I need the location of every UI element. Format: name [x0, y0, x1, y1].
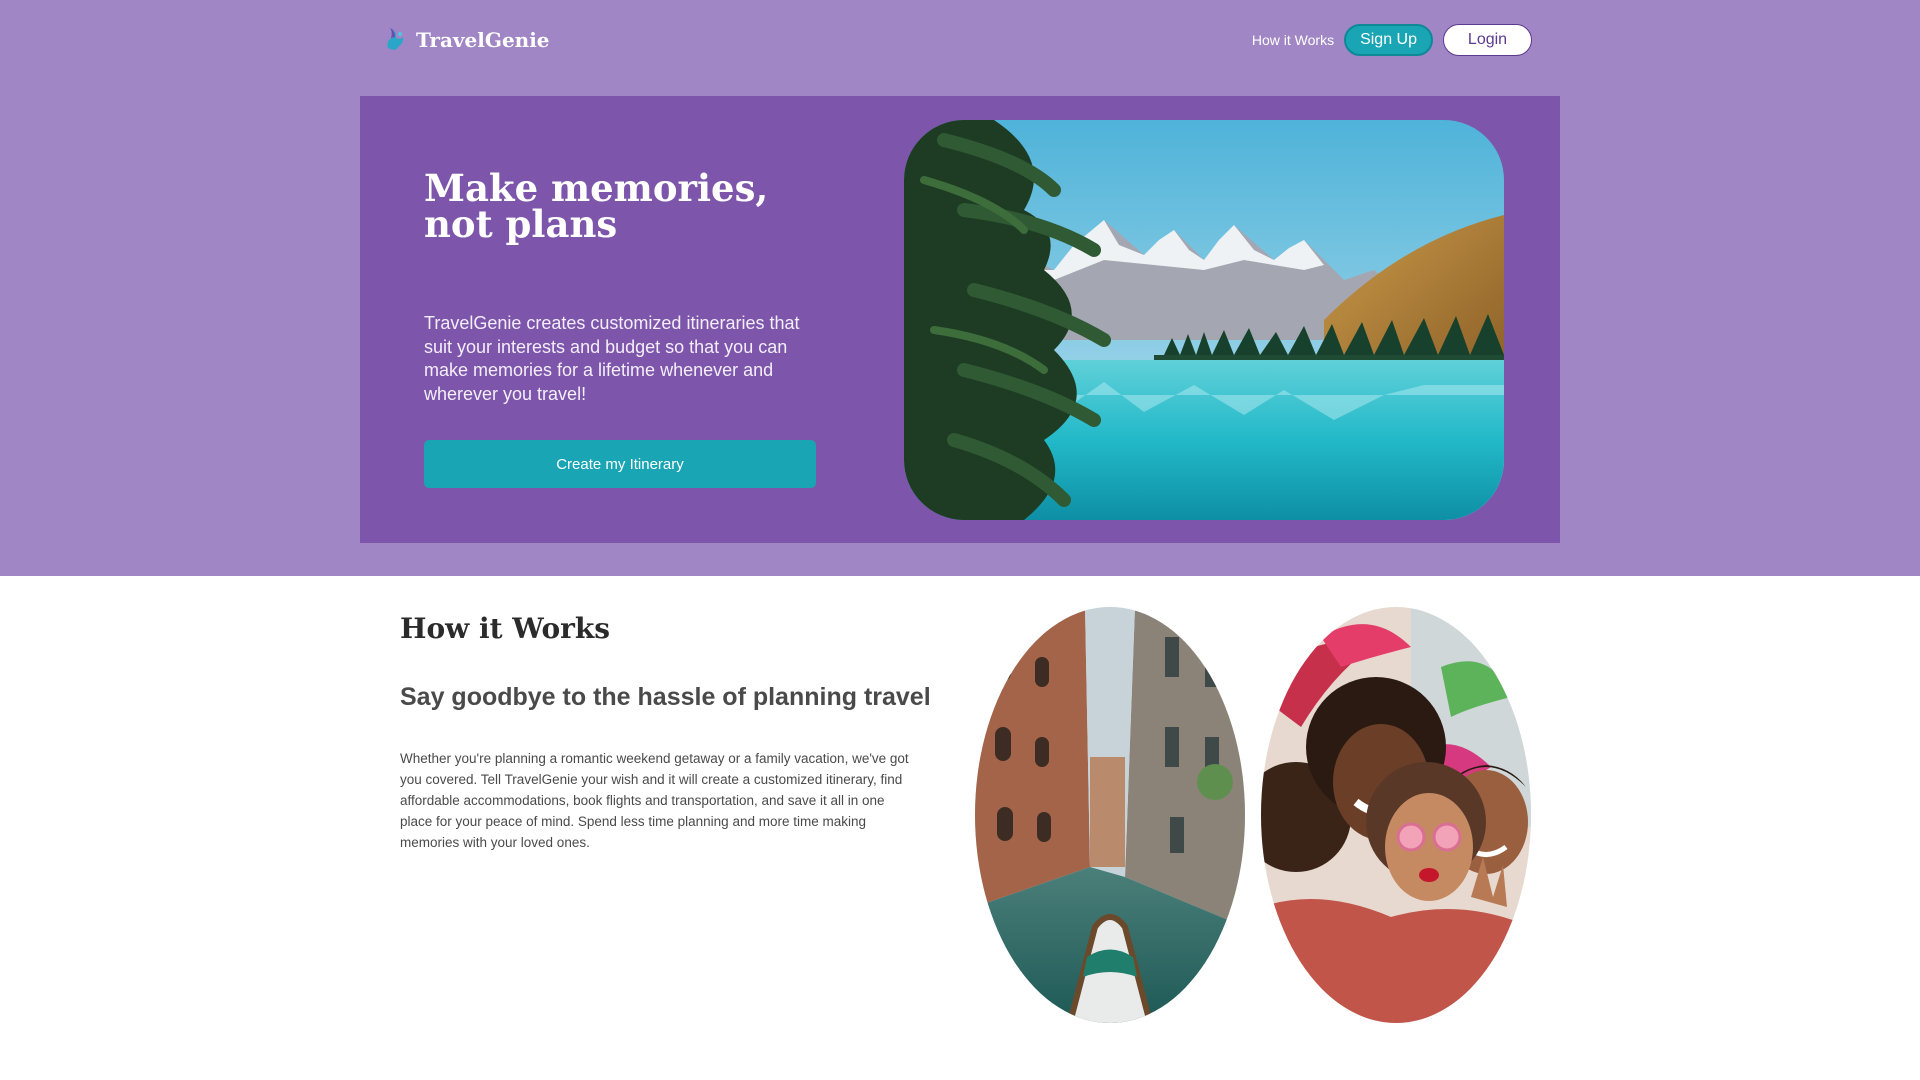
genie-lamp-icon: [384, 26, 408, 54]
top-nav: How it Works Sign Up Login: [1252, 24, 1532, 56]
brand-name: TravelGenie: [416, 28, 550, 52]
how-it-works-heading: How it Works: [400, 612, 611, 645]
hero-description: TravelGenie creates customized itinerari…: [424, 313, 800, 404]
nav-how-it-works-link[interactable]: How it Works: [1252, 32, 1334, 48]
sign-up-button[interactable]: Sign Up: [1344, 24, 1433, 56]
venice-canal-photo: [975, 607, 1245, 1023]
how-it-works-body: Whether you're planning a romantic weeke…: [400, 751, 909, 850]
how-it-works-subheading: Say goodbye to the hassle of planning tr…: [400, 683, 931, 711]
brand-logo[interactable]: TravelGenie: [384, 26, 550, 54]
hero-title: Make memories, not plans: [424, 166, 769, 246]
hero-section: Make memories, not plans TravelGenie cre…: [360, 96, 1560, 543]
create-itinerary-button[interactable]: Create my Itinerary: [424, 440, 816, 488]
mountain-lake-photo: [904, 120, 1504, 520]
login-button[interactable]: Login: [1443, 24, 1532, 56]
friends-selfie-photo: [1261, 607, 1531, 1023]
